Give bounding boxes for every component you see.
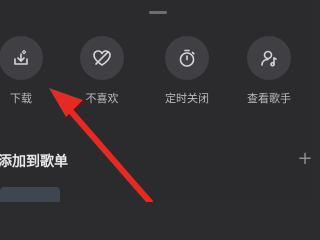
dislike-button[interactable]: 不喜欢 (72, 36, 132, 106)
download-button[interactable]: 下载 (0, 36, 51, 106)
singer-icon-circle (247, 36, 291, 80)
timer-icon-circle (165, 36, 209, 80)
view-singer-button[interactable]: 查看歌手 (239, 36, 299, 106)
drag-handle[interactable] (149, 11, 167, 14)
view-singer-label: 查看歌手 (247, 92, 291, 105)
download-icon-circle (0, 36, 43, 80)
singer-icon (261, 50, 277, 67)
add-to-playlist-title: 添加到歌单 (0, 154, 68, 170)
broken-heart-icon (93, 50, 111, 66)
download-icon (14, 49, 28, 65)
dislike-label: 不喜欢 (85, 92, 119, 105)
timer-icon (179, 49, 195, 67)
sleep-timer-button[interactable]: 定时关闭 (157, 36, 217, 106)
dislike-icon-circle (80, 36, 124, 80)
add-playlist-button[interactable]: + (297, 148, 313, 170)
bottom-sheet: 下载 不喜欢 定时关闭 查看歌手 添加到歌单 + (0, 0, 313, 202)
download-label: 下载 (10, 92, 32, 105)
sleep-timer-label: 定时关闭 (165, 92, 209, 105)
playlist-cover[interactable] (0, 187, 60, 202)
